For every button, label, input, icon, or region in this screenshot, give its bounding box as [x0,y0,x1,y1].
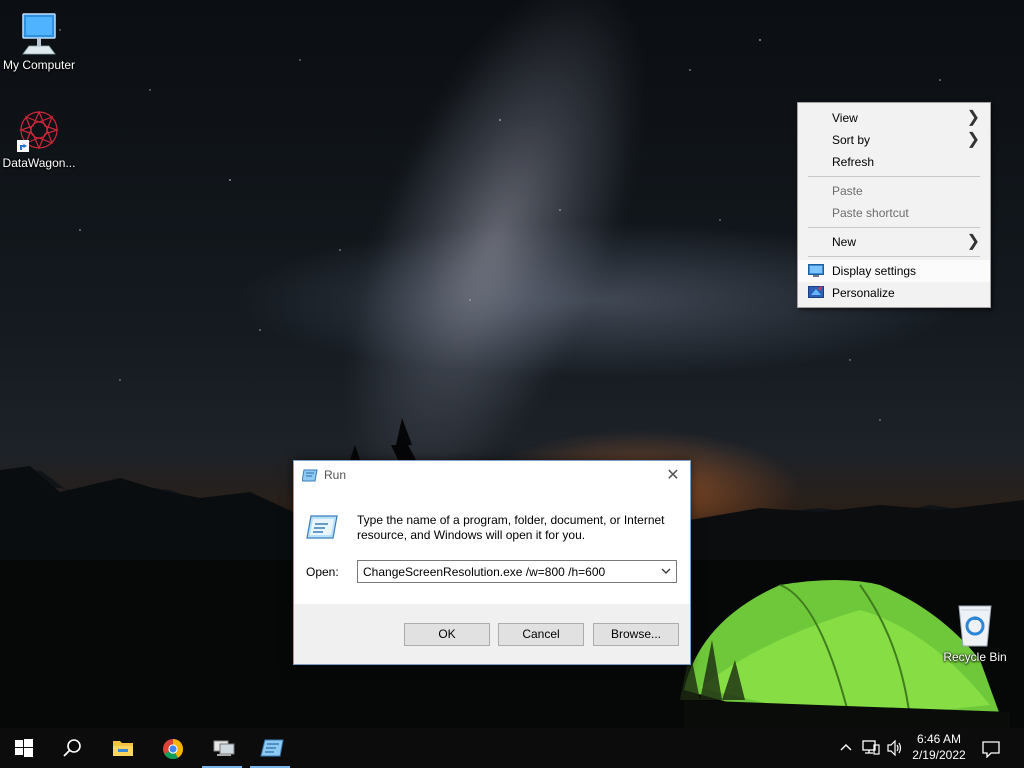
chevron-down-icon[interactable] [660,565,672,577]
taskbar-network-app[interactable] [198,728,246,768]
menu-item-label: New [832,235,857,249]
menu-item-label: Paste shortcut [832,206,909,220]
network-icon[interactable] [862,740,880,756]
datawagon-icon [17,110,59,152]
start-button[interactable] [0,728,48,768]
open-combobox[interactable]: ChangeScreenResolution.exe /w=800 /h=600 [357,560,677,583]
browse-button[interactable]: Browse... [593,623,679,646]
menu-item-label: Refresh [832,155,875,169]
desktop-icon-my-computer[interactable]: My Computer [0,10,78,73]
menu-item-label: View [832,111,858,125]
run-dialog-titlebar[interactable]: Run ✕ [294,461,690,491]
menu-separator [808,227,980,228]
open-input[interactable]: ChangeScreenResolution.exe /w=800 /h=600 [363,565,605,579]
run-dialog-title: Run [324,468,347,482]
display-icon [808,264,824,277]
desktop-icon-datawagon[interactable]: DataWagon... [0,108,78,171]
clock[interactable]: 6:46 AM 2/19/2022 [906,731,972,763]
run-icon [260,739,284,757]
run-icon [302,469,318,482]
menu-item-view[interactable]: View ❯ [798,107,990,129]
menu-item-refresh[interactable]: Refresh [798,151,990,173]
ok-button[interactable]: OK [404,623,490,646]
desktop-icon-label: Recycle Bin [943,650,1007,664]
menu-item-label: Display settings [832,264,917,278]
recycle-bin-icon [958,605,992,647]
taskbar: 6:46 AM 2/19/2022 [0,728,1024,768]
clock-time: 6:46 AM [916,732,962,746]
run-dialog-footer: OK Cancel Browse... [294,604,690,664]
search-icon [63,739,81,757]
start-icon [15,739,33,757]
menu-item-sort-by[interactable]: Sort by ❯ [798,129,990,151]
chrome-icon [163,739,184,760]
desktop-icon-recycle-bin[interactable]: Recycle Bin [936,602,1014,665]
network-app-icon [213,740,235,756]
menu-item-label: Paste [832,184,863,198]
volume-icon[interactable] [886,740,904,756]
personalize-icon [808,286,824,298]
menu-separator [808,256,980,257]
open-label: Open: [306,565,339,579]
search-button[interactable] [48,728,96,768]
chevron-right-icon: ❯ [966,109,980,126]
menu-item-paste: Paste [798,180,990,202]
desktop-icon-label: My Computer [2,58,76,72]
chevron-right-icon: ❯ [966,131,980,148]
run-dialog-description: Type the name of a program, folder, docu… [357,513,665,542]
taskbar-file-explorer[interactable] [98,728,146,768]
menu-item-display-settings[interactable]: Display settings [798,260,990,282]
taskbar-chrome[interactable] [148,728,196,768]
menu-item-personalize[interactable]: Personalize [798,282,990,304]
menu-separator [808,176,980,177]
chevron-up-icon[interactable] [840,740,852,754]
desktop-icon-label: DataWagon... [2,156,76,170]
close-icon[interactable]: ✕ [662,465,684,487]
chevron-right-icon: ❯ [966,233,980,250]
cancel-button[interactable]: Cancel [498,623,584,646]
run-dialog: Run ✕ Type the name of a program, folder… [293,460,691,665]
menu-item-label: Personalize [832,286,895,300]
menu-item-paste-shortcut: Paste shortcut [798,202,990,224]
desktop-context-menu: View ❯ Sort by ❯ Refresh Paste Paste sho… [797,102,991,308]
notification-icon[interactable] [982,740,1000,758]
menu-item-new[interactable]: New ❯ [798,231,990,253]
file-explorer-icon [113,741,133,756]
run-program-icon [306,515,338,539]
taskbar-run[interactable] [246,728,294,768]
computer-icon [22,13,56,55]
clock-date: 2/19/2022 [912,748,966,762]
menu-item-label: Sort by [832,133,871,147]
